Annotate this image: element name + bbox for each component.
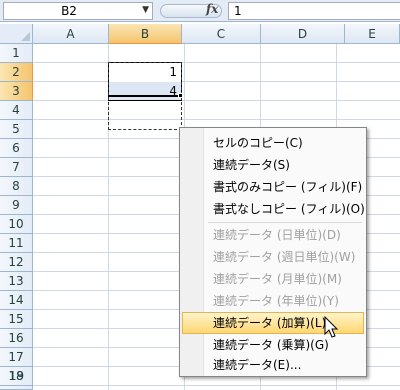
row-header-8[interactable]: 8 xyxy=(0,177,33,196)
name-box[interactable]: B2 ▼ xyxy=(3,2,153,20)
row-header-19-label: 19 xyxy=(8,369,25,383)
menu-item-fill-formatting-only[interactable]: 書式のみコピー (フィル)(F) xyxy=(182,176,364,198)
formula-input[interactable]: 1 xyxy=(228,2,400,20)
menu-item-fill-years: 連続データ (年単位)(Y) xyxy=(213,294,339,308)
row-header-11[interactable]: 11 xyxy=(0,234,33,253)
column-header-d[interactable]: D xyxy=(261,24,345,44)
row-header-19[interactable] xyxy=(0,386,33,390)
row-header-16[interactable]: 16 xyxy=(0,329,33,348)
menu-item-fill-weekdays: 連続データ (週日単位)(W) xyxy=(213,250,356,264)
select-all-button[interactable] xyxy=(0,24,33,44)
menu-item-copy-cells[interactable]: セルのコピー(C) xyxy=(182,132,364,154)
row-header-1[interactable]: 1 xyxy=(0,44,33,63)
fill-handle[interactable] xyxy=(178,93,183,98)
row-header-6[interactable]: 6 xyxy=(0,139,33,158)
column-header-a[interactable]: A xyxy=(33,24,109,44)
row-header-3[interactable]: 3 xyxy=(0,82,33,101)
row-header-5[interactable]: 5 xyxy=(0,120,33,139)
menu-item-fill-days: 連続データ (日単位)(D) xyxy=(213,228,341,242)
row-header-14[interactable]: 14 xyxy=(0,291,33,310)
row-header-2[interactable]: 2 xyxy=(0,63,33,82)
row-header-17[interactable]: 17 xyxy=(0,348,33,367)
select-all-triangle-icon xyxy=(21,32,30,41)
row-header-13[interactable]: 13 xyxy=(0,272,33,291)
column-header-e[interactable]: E xyxy=(345,24,400,44)
row-header-9[interactable]: 9 xyxy=(0,196,33,215)
menu-item-fill-series[interactable]: 連続データ(S) xyxy=(182,154,364,176)
menu-item-fill-without-formatting[interactable]: 書式なしコピー (フィル)(O) xyxy=(182,198,365,220)
row-header-4[interactable]: 4 xyxy=(0,101,33,120)
formula-bar: B2 ▼ fx 1 xyxy=(0,0,400,22)
row-header-10[interactable]: 10 xyxy=(0,215,33,234)
menu-item-fill-months: 連続データ (月単位)(M) xyxy=(213,272,342,286)
name-box-dropdown-icon[interactable]: ▼ xyxy=(142,5,149,15)
row-header-12[interactable]: 12 xyxy=(0,253,33,272)
insert-function-icon[interactable]: fx xyxy=(206,2,218,16)
column-header-c[interactable]: C xyxy=(182,24,261,44)
fill-marquee xyxy=(108,62,182,130)
menu-separator xyxy=(208,222,362,223)
row-header-7[interactable]: 7 xyxy=(0,158,33,177)
column-header-b[interactable]: B xyxy=(109,24,182,44)
menu-item-series-dialog[interactable]: 連続データ(E)... xyxy=(182,354,364,376)
name-box-value: B2 xyxy=(61,4,77,18)
function-area: fx xyxy=(158,2,228,20)
row-header-15[interactable]: 15 xyxy=(0,310,33,329)
mouse-pointer-icon xyxy=(324,316,339,338)
